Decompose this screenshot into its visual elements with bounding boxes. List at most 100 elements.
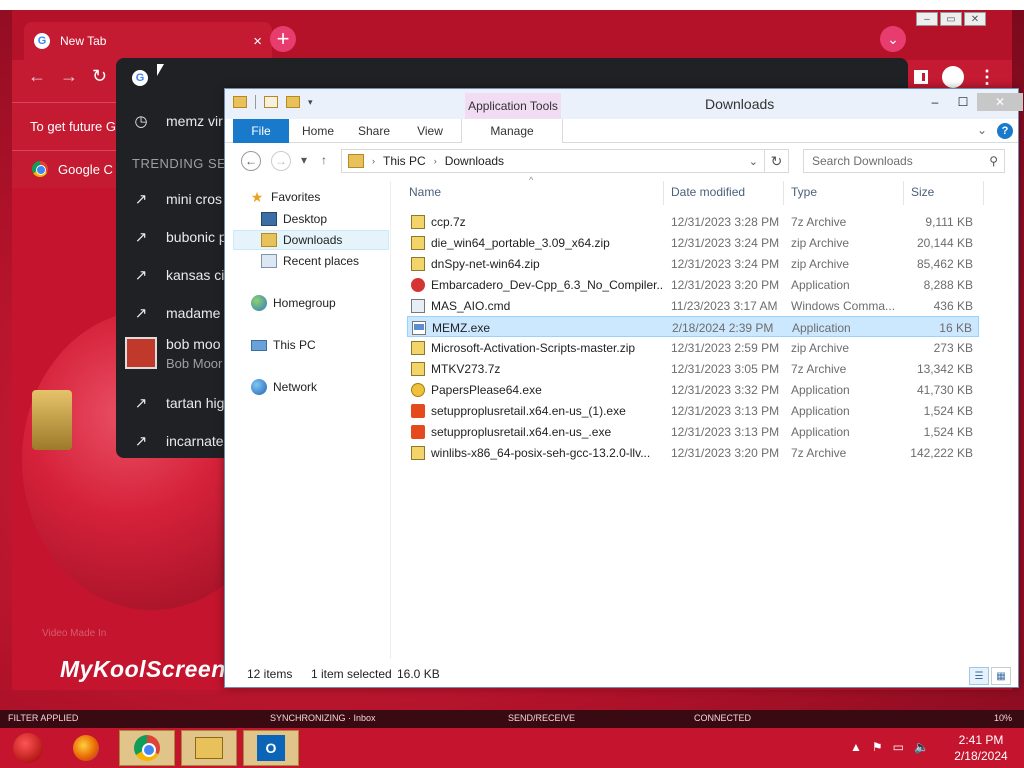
forward-icon[interactable]: → <box>60 66 78 87</box>
taskbar-chrome[interactable] <box>119 730 175 766</box>
taskbar-clock[interactable]: 2:41 PM 2/18/2024 <box>944 732 1018 764</box>
network-status-icon[interactable]: ▭ <box>893 740 904 754</box>
address-bar[interactable]: › This PC › Downloads ⌄ <box>341 149 765 173</box>
bookmark-google-chrome[interactable]: Google C <box>32 161 113 177</box>
back-button[interactable]: ← <box>241 151 261 171</box>
maximize-button[interactable]: ▭ <box>940 12 962 26</box>
file-row[interactable]: Microsoft-Activation-Scripts-master.zip 1… <box>407 337 979 358</box>
maximize-button[interactable]: ☐ <box>949 93 977 111</box>
nav-this-pc[interactable]: This PC <box>251 335 316 355</box>
side-panel-icon[interactable] <box>914 70 928 84</box>
minimize-button[interactable]: – <box>916 12 938 26</box>
clock-time: 2:41 PM <box>958 733 1004 747</box>
up-button[interactable]: ↑ <box>321 153 327 167</box>
action-center-icon[interactable]: ⚑ <box>872 740 883 754</box>
column-separator[interactable] <box>903 181 904 205</box>
new-tab-button[interactable]: + <box>270 26 296 52</box>
recent-locations-icon[interactable]: ▾ <box>301 153 307 167</box>
nav-recent-places[interactable]: Recent places <box>261 251 359 271</box>
column-header-date[interactable]: Date modified <box>671 185 745 199</box>
file-row[interactable]: PapersPlease64.exe 12/31/2023 3:32 PM Appl… <box>407 379 979 400</box>
search-icon: ⚲ <box>989 154 998 168</box>
trending-icon: ↗ <box>134 229 148 246</box>
show-hidden-icons-icon[interactable]: ▲ <box>850 740 862 754</box>
breadcrumb-arrow[interactable]: › <box>434 156 437 166</box>
network-icon <box>251 379 267 395</box>
volume-icon[interactable]: 🔈 <box>914 740 929 754</box>
refresh-button[interactable]: ↻ <box>765 149 789 173</box>
file-row[interactable]: winlibs-x86_64-posix-seh-gcc-13.2.0-llv.… <box>407 442 979 463</box>
file-name: MAS_AIO.cmd <box>431 299 511 313</box>
desktop-icon <box>261 212 277 226</box>
large-icons-view-button[interactable]: ▦ <box>991 667 1011 685</box>
column-separator[interactable] <box>783 181 784 205</box>
column-separator[interactable] <box>663 181 664 205</box>
tab-new-tab[interactable]: G New Tab × <box>24 22 272 60</box>
back-icon[interactable]: ← <box>28 66 46 87</box>
close-button[interactable]: ✕ <box>964 12 986 26</box>
taskbar-file-explorer[interactable] <box>181 730 237 766</box>
nav-favorites[interactable]: ★ Favorites <box>249 187 321 207</box>
qat-dropdown-icon[interactable]: ▾ <box>308 97 313 108</box>
nav-network[interactable]: Network <box>251 377 317 397</box>
breadcrumb-downloads[interactable]: Downloads <box>445 154 504 168</box>
google-icon: G <box>132 70 148 86</box>
help-icon[interactable]: ? <box>997 123 1013 139</box>
computer-icon <box>251 339 267 351</box>
file-row[interactable]: MEMZ.exe 2/18/2024 2:39 PM Application 16 K… <box>407 316 979 337</box>
column-header-name[interactable]: Name <box>409 185 441 199</box>
file-row[interactable]: setupproplusretail.x64.en-us_.exe 12/31/2… <box>407 421 979 442</box>
folder-icon[interactable] <box>233 96 247 108</box>
close-tab-icon[interactable]: × <box>253 33 262 50</box>
tab-view[interactable]: View <box>405 119 455 143</box>
properties-icon[interactable] <box>264 96 278 108</box>
nav-homegroup[interactable]: Homegroup <box>251 293 336 313</box>
reload-icon[interactable]: ↻ <box>92 66 107 87</box>
file-name: die_win64_portable_3.09_x64.zip <box>431 236 610 250</box>
start-button[interactable] <box>0 730 56 766</box>
expand-ribbon-icon[interactable]: ⌄ <box>977 123 987 137</box>
file-row[interactable]: dnSpy-net-win64.zip 12/31/2023 3:24 PM zip… <box>407 253 979 274</box>
search-input[interactable]: Search Downloads ⚲ <box>803 149 1005 173</box>
file-row[interactable]: setupproplusretail.x64.en-us_(1).exe 12/3… <box>407 400 979 421</box>
start-icon <box>13 733 43 763</box>
tab-home[interactable]: Home <box>293 119 343 143</box>
nav-desktop[interactable]: Desktop <box>261 209 327 229</box>
address-dropdown-icon[interactable]: ⌄ <box>749 155 758 168</box>
breadcrumb-this-pc[interactable]: This PC <box>383 154 426 168</box>
menu-dots-icon[interactable]: ⋮ <box>978 67 996 88</box>
taskbar-outlook[interactable]: O <box>243 730 299 766</box>
tab-manage[interactable]: Manage <box>461 119 563 143</box>
forward-button[interactable]: → <box>271 151 291 171</box>
file-name: MEMZ.exe <box>432 321 491 335</box>
minimize-button[interactable]: – <box>921 93 949 111</box>
column-separator[interactable] <box>983 181 984 205</box>
nav-downloads[interactable]: Downloads <box>233 230 389 250</box>
new-folder-icon[interactable] <box>286 96 300 108</box>
tab-search-button[interactable]: ⌄ <box>880 26 906 52</box>
recent-places-icon <box>261 254 277 268</box>
trending-icon: ↗ <box>134 305 148 322</box>
file-name: dnSpy-net-win64.zip <box>431 257 540 271</box>
tab-share[interactable]: Share <box>349 119 399 143</box>
bookmark-label: Google C <box>58 161 113 177</box>
file-row[interactable]: die_win64_portable_3.09_x64.zip 12/31/202… <box>407 232 979 253</box>
breadcrumb-arrow[interactable]: › <box>372 156 375 166</box>
file-row[interactable]: Embarcadero_Dev-Cpp_6.3_No_Compiler... 12… <box>407 274 979 295</box>
file-row[interactable]: MTKV273.7z 12/31/2023 3:05 PM 7z Archive 13… <box>407 358 979 379</box>
profile-avatar[interactable] <box>942 66 964 88</box>
close-button[interactable]: ✕ <box>977 93 1023 111</box>
explorer-window-controls: – ☐ ✕ <box>921 93 1023 111</box>
file-row[interactable]: ccp.7z 12/31/2023 3:28 PM 7z Archive 9,111 … <box>407 211 979 232</box>
details-view-button[interactable]: ☰ <box>969 667 989 685</box>
file-row[interactable]: MAS_AIO.cmd 11/23/2023 3:17 AM Windows Com… <box>407 295 979 316</box>
status-bar: 12 items 1 item selected 16.0 KB ☰ ▦ <box>225 659 1018 687</box>
file-explorer-window: ▾ Application Tools Downloads – ☐ ✕ File… <box>224 88 1023 688</box>
column-header-size[interactable]: Size <box>911 185 934 199</box>
zip-file-icon <box>411 257 425 271</box>
file-type: 7z Archive <box>791 362 847 376</box>
taskbar-firefox[interactable] <box>58 730 114 766</box>
column-header-type[interactable]: Type <box>791 185 817 199</box>
quick-access-toolbar: ▾ <box>233 95 313 109</box>
tab-file[interactable]: File <box>233 119 289 143</box>
